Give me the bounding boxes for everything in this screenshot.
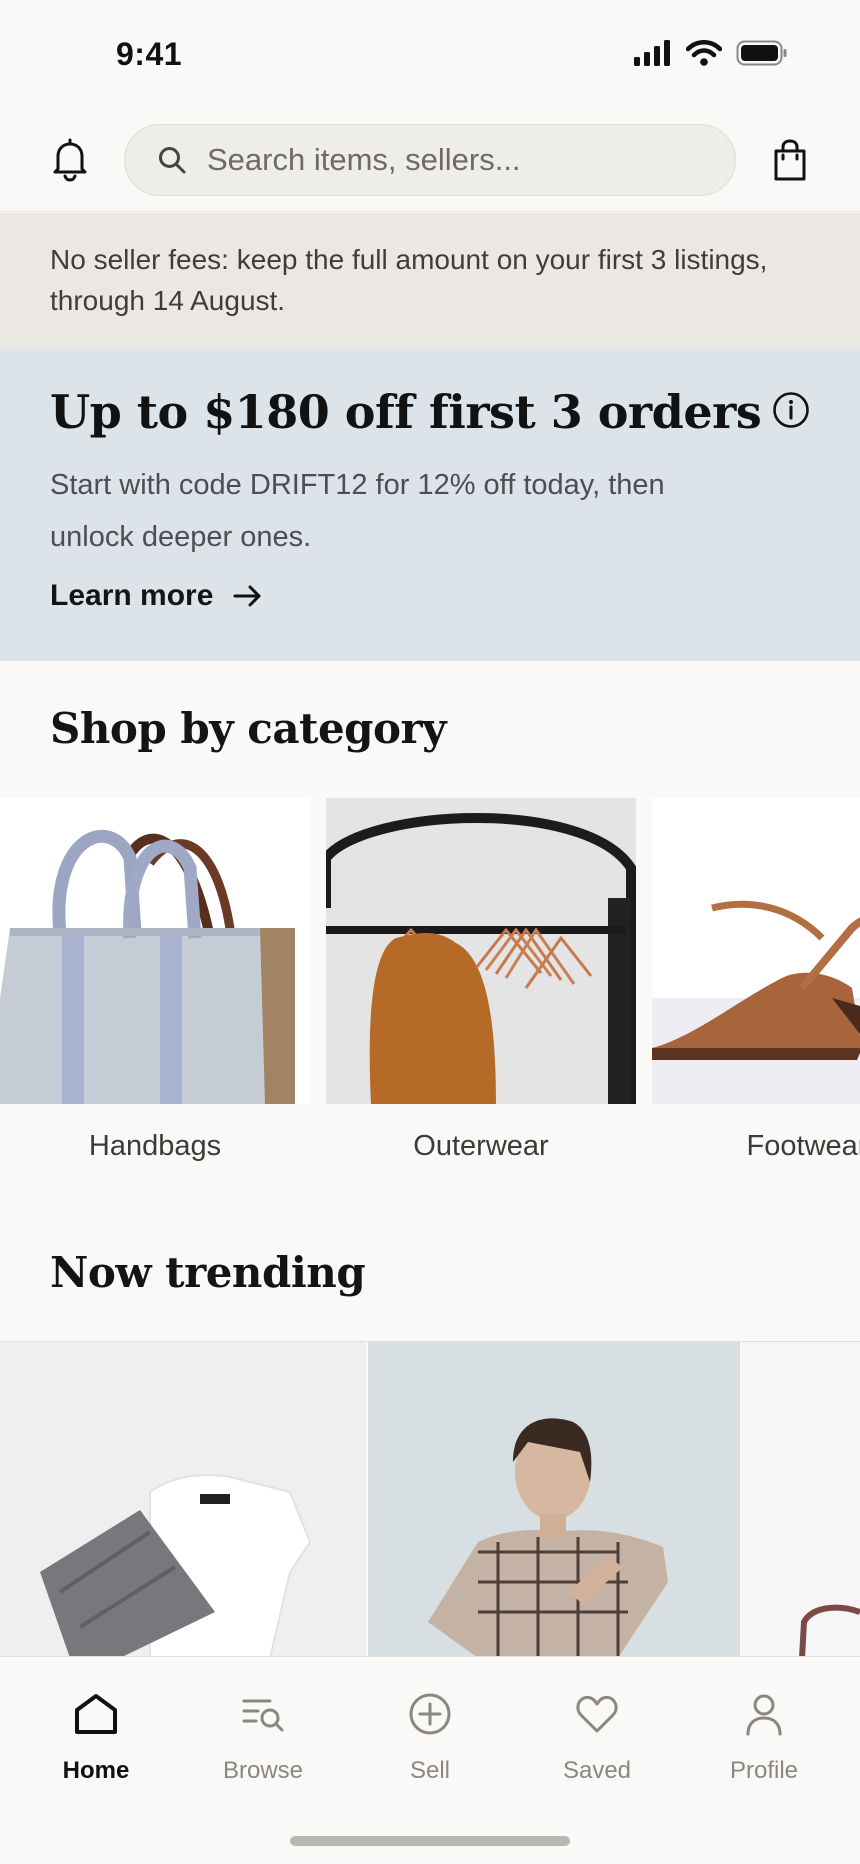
promo-title: Up to $180 off first 3 orders <box>50 385 762 439</box>
trending-image-clothes <box>0 1342 366 1657</box>
plus-circle-icon <box>409 1693 451 1735</box>
tab-profile[interactable]: Profile <box>694 1691 834 1785</box>
browse-icon <box>242 1699 284 1732</box>
signal-icon <box>634 40 670 66</box>
category-section-title: Shop by category <box>50 704 447 753</box>
trending-item-card[interactable] <box>0 1342 366 1657</box>
top-header: Search items, sellers... <box>0 110 860 212</box>
home-icon <box>75 1694 117 1734</box>
status-time: 9:41 <box>116 36 183 72</box>
promo-description: Start with code DRIFT12 for 12% off toda… <box>50 469 665 553</box>
promo-banner: Up to $180 off first 3 orders Start with… <box>0 349 860 661</box>
trending-image-model <box>368 1342 740 1657</box>
tab-home[interactable]: Home <box>26 1691 166 1785</box>
info-icon[interactable] <box>772 391 810 429</box>
category-card-handbags[interactable]: Handbags <box>0 798 310 1163</box>
shopping-bag-icon[interactable] <box>772 138 808 182</box>
tab-label: Saved <box>562 1757 632 1784</box>
person-icon <box>746 1694 782 1736</box>
heart-icon <box>576 1695 618 1733</box>
trending-carousel <box>0 1341 860 1657</box>
category-carousel: Handbags Outerwear Footwear <box>0 798 860 1178</box>
tab-sell[interactable]: Sell <box>360 1691 500 1785</box>
search-bar[interactable]: Search items, sellers... <box>124 124 736 196</box>
arrow-right-icon <box>233 585 261 607</box>
bell-icon[interactable] <box>50 138 90 182</box>
status-icons <box>634 40 788 66</box>
category-label: Footwear <box>746 1130 860 1162</box>
status-bar: 9:41 <box>0 0 860 110</box>
category-label: Outerwear <box>413 1130 549 1162</box>
wifi-icon <box>686 40 722 66</box>
tab-label: Profile <box>729 1757 799 1784</box>
tab-browse[interactable]: Browse <box>193 1691 333 1785</box>
trending-item-card[interactable] <box>368 1342 740 1657</box>
home-indicator[interactable] <box>290 1836 570 1846</box>
trending-section-title: Now trending <box>50 1248 366 1297</box>
seller-fee-banner: No seller fees: keep the full amount on … <box>0 213 860 349</box>
bottom-tab-bar: Home Browse Sell Saved Profile <box>0 1656 860 1864</box>
category-image-outerwear <box>326 798 636 1104</box>
category-card-outerwear[interactable]: Outerwear <box>326 798 636 1163</box>
search-input[interactable]: Search items, sellers... <box>207 142 521 178</box>
battery-icon <box>736 40 787 66</box>
tab-saved[interactable]: Saved <box>527 1691 667 1785</box>
tab-label: Sell <box>409 1757 451 1784</box>
trending-image-partial <box>742 1342 860 1657</box>
trending-item-card[interactable] <box>742 1342 860 1657</box>
learn-more-link[interactable]: Learn more <box>50 579 263 613</box>
category-card-footwear[interactable]: Footwear <box>652 798 860 1163</box>
category-label: Handbags <box>88 1130 222 1162</box>
category-image-footwear <box>652 798 860 1104</box>
category-image-handbags <box>0 798 310 1104</box>
fee-banner-text: No seller fees: keep the full amount on … <box>50 244 768 316</box>
learn-more-label: Learn more <box>50 579 214 612</box>
search-icon <box>159 147 186 174</box>
tab-label: Home <box>62 1757 130 1784</box>
tab-label: Browse <box>222 1757 304 1784</box>
